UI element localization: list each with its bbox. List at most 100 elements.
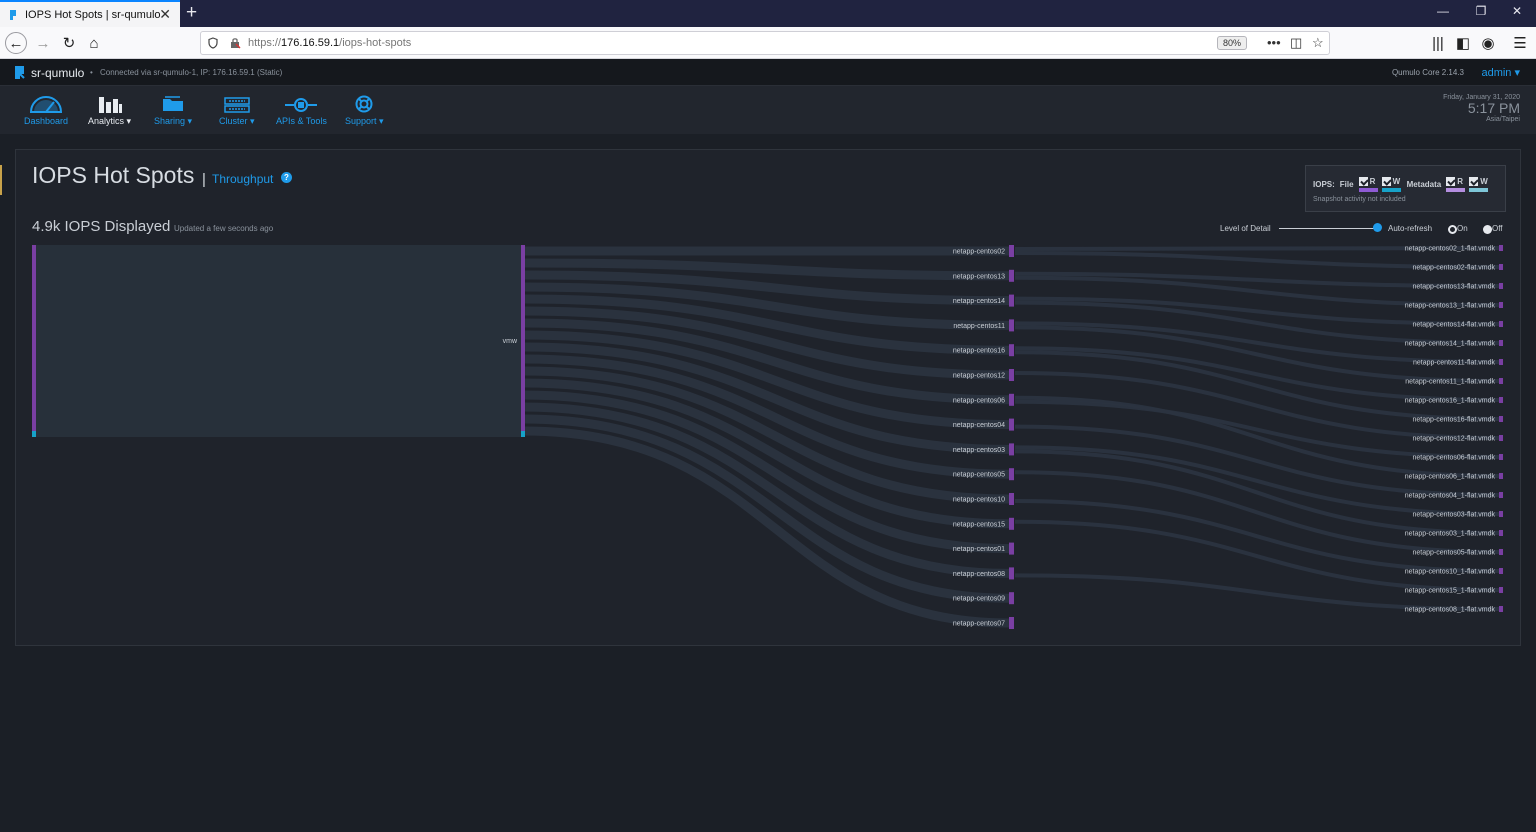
root-bar-left	[32, 245, 36, 437]
file-node[interactable]	[1499, 340, 1503, 346]
pocket-icon[interactable]: ◫	[1290, 35, 1302, 51]
file-node[interactable]	[1499, 606, 1503, 612]
host-node[interactable]	[1009, 418, 1014, 431]
file-node[interactable]	[1499, 473, 1503, 479]
app-header: sr-qumulo • Connected via sr-qumulo-1, I…	[0, 59, 1536, 86]
host-label: netapp-centos09	[953, 596, 1005, 603]
host-node[interactable]	[1009, 319, 1014, 332]
host-label: netapp-centos13	[953, 273, 1005, 280]
window-close-icon[interactable]: ✕	[1502, 4, 1532, 18]
url-text: https://176.16.59.1/iops-hot-spots	[248, 37, 411, 49]
host-node[interactable]	[1009, 542, 1014, 555]
file-label: netapp-centos05-flat.vmdk	[1413, 550, 1496, 557]
file-node[interactable]	[1499, 302, 1503, 308]
nav-sharing[interactable]: Sharing ▾	[154, 93, 192, 127]
shield-icon[interactable]	[208, 37, 218, 49]
file-node[interactable]	[1499, 435, 1503, 441]
cluster-name[interactable]: sr-qumulo	[31, 66, 84, 80]
separator-dot: •	[90, 68, 93, 77]
host-label: netapp-centos01	[953, 546, 1005, 553]
root-label: vmw	[503, 338, 518, 345]
bookmark-star-icon[interactable]: ☆	[1312, 35, 1324, 51]
browser-tab[interactable]: IOPS Hot Spots | sr-qumulo ✕	[0, 0, 180, 27]
close-tab-icon[interactable]: ✕	[159, 6, 171, 23]
host-node[interactable]	[1009, 567, 1014, 580]
url-prefix: https://	[248, 37, 282, 49]
qumulo-logo-icon	[15, 66, 25, 79]
nav-support[interactable]: Support ▾	[345, 93, 384, 127]
nav-label: Sharing ▾	[154, 116, 193, 126]
file-node[interactable]	[1499, 283, 1503, 289]
nav-label: Cluster ▾	[219, 116, 255, 126]
host-node[interactable]	[1009, 393, 1014, 406]
clock-timezone: Asia/Taipei	[1486, 116, 1520, 123]
browser-toolbar: ← → ↻ ⌂ https://176.16.59.1/iops-hot-spo…	[0, 27, 1536, 59]
nav-dashboard[interactable]: Dashboard	[24, 93, 68, 126]
host-node[interactable]	[1009, 468, 1014, 481]
file-node[interactable]	[1499, 397, 1503, 403]
file-node[interactable]	[1499, 378, 1503, 384]
host-label: netapp-centos03	[953, 447, 1005, 454]
host-node[interactable]	[1009, 493, 1014, 505]
host-node[interactable]	[1009, 344, 1014, 357]
browser-tab-bar: IOPS Hot Spots | sr-qumulo ✕ + — ❐ ✕	[0, 0, 1536, 27]
host-label: netapp-centos11	[953, 323, 1005, 330]
restore-icon[interactable]: ❐	[1466, 4, 1496, 18]
url-host: 176.16.59.1	[281, 37, 340, 49]
file-label: netapp-centos03_1-flat.vmdk	[1405, 531, 1496, 538]
file-label: netapp-centos14-flat.vmdk	[1413, 322, 1496, 329]
file-label: netapp-centos10_1-flat.vmdk	[1405, 569, 1496, 576]
file-node[interactable]	[1499, 454, 1503, 460]
file-node[interactable]	[1499, 568, 1503, 574]
account-icon[interactable]: ◉	[1477, 32, 1499, 54]
file-node[interactable]	[1499, 492, 1503, 498]
nav-analytics[interactable]: Analytics ▾	[88, 93, 131, 127]
file-node[interactable]	[1499, 321, 1503, 327]
nav-label: Dashboard	[24, 116, 69, 126]
file-node[interactable]	[1499, 549, 1503, 555]
minimize-icon[interactable]: —	[1428, 4, 1458, 18]
file-node[interactable]	[1499, 264, 1503, 270]
file-node[interactable]	[1499, 359, 1503, 365]
file-label: netapp-centos06_1-flat.vmdk	[1405, 474, 1496, 481]
host-node[interactable]	[1009, 517, 1014, 530]
host-node[interactable]	[1009, 443, 1014, 456]
host-label: netapp-centos12	[953, 373, 1005, 380]
root-bar[interactable]	[521, 245, 525, 437]
host-node[interactable]	[1009, 617, 1014, 629]
back-arrow-icon[interactable]: ←	[5, 32, 27, 54]
host-label: netapp-centos04	[953, 422, 1005, 429]
menu-hamburger-icon[interactable]: ☰	[1509, 32, 1531, 54]
bar-chart-icon	[98, 97, 122, 113]
host-label: netapp-centos07	[953, 621, 1005, 628]
zoom-badge[interactable]: 80%	[1217, 36, 1248, 50]
file-node[interactable]	[1499, 587, 1503, 593]
nav-label: Support ▾	[345, 116, 384, 126]
address-bar[interactable]: https://176.16.59.1/iops-hot-spots 80% •…	[200, 31, 1330, 55]
reload-icon[interactable]: ↻	[58, 32, 80, 54]
file-label: netapp-centos11_1-flat.vmdk	[1405, 379, 1495, 386]
host-node[interactable]	[1009, 294, 1014, 307]
sidebar-icon[interactable]: ◧	[1452, 32, 1474, 54]
host-node[interactable]	[1009, 369, 1014, 381]
nav-cluster[interactable]: Cluster ▾	[219, 93, 255, 127]
insecure-lock-icon[interactable]	[230, 37, 241, 49]
file-label: netapp-centos13_1-flat.vmdk	[1405, 303, 1496, 310]
file-node[interactable]	[1499, 416, 1503, 422]
file-node[interactable]	[1499, 530, 1503, 536]
host-node[interactable]	[1009, 269, 1014, 282]
nav-apis-tools[interactable]: APIs & Tools	[276, 93, 327, 126]
file-node[interactable]	[1499, 245, 1503, 251]
more-actions-icon[interactable]: •••	[1267, 35, 1281, 50]
host-label: netapp-centos14	[953, 298, 1005, 305]
forward-arrow-icon[interactable]: →	[32, 32, 54, 54]
host-node[interactable]	[1009, 245, 1014, 257]
clock: Friday, January 31, 2020 5:17 PM Asia/Ta…	[1443, 94, 1520, 123]
library-icon[interactable]: |||	[1427, 32, 1449, 54]
host-node[interactable]	[1009, 592, 1014, 605]
user-name: admin	[1481, 67, 1512, 79]
home-icon[interactable]: ⌂	[83, 32, 105, 54]
file-node[interactable]	[1499, 511, 1503, 517]
user-menu[interactable]: admin ▾	[1481, 66, 1520, 79]
new-tab-icon[interactable]: +	[186, 2, 197, 24]
